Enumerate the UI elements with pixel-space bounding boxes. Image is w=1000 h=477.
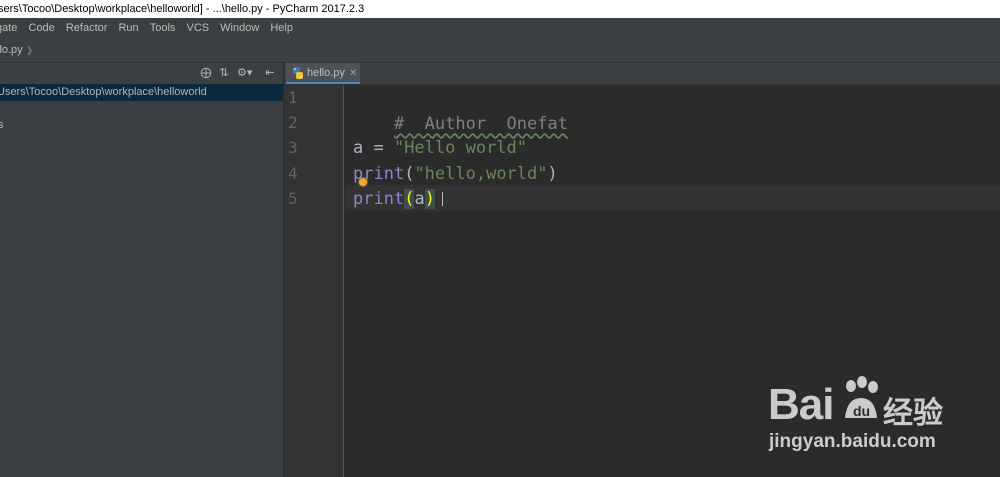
code-line-4: print("hello,world") (353, 161, 558, 187)
menu-help[interactable]: Help (270, 18, 293, 38)
code-line-5: print(a) (353, 186, 435, 212)
matched-paren-token: ( (404, 189, 415, 209)
locate-icon[interactable]: ⨁ (199, 66, 213, 80)
project-toolbar: ⨁ ⇅ ⚙▾ ⇤ (0, 63, 283, 85)
current-line-highlight (345, 185, 1000, 211)
builtin-token: print (353, 189, 405, 209)
window-title-bar: sers\Tocoo\Desktop\workplace\helloworld]… (0, 0, 1000, 18)
matched-paren-token: ) (424, 189, 435, 209)
external-libraries-item[interactable]: s (0, 119, 4, 131)
code-line-3: a = "Hello world" (353, 135, 527, 161)
project-tool-window: ⨁ ⇅ ⚙▾ ⇤ Users\Tocoo\Desktop\workplace\h… (0, 63, 284, 477)
lightbulb-icon[interactable] (359, 178, 367, 186)
svg-text:du: du (853, 403, 870, 419)
collapse-all-icon[interactable]: ⇅ (217, 66, 231, 80)
paw-icon: du (845, 376, 878, 419)
paren-token: ) (547, 164, 558, 184)
hide-panel-icon[interactable]: ⇤ (263, 66, 277, 80)
menu-window[interactable]: Window (220, 18, 259, 38)
assignment-token: a = (353, 138, 394, 158)
tab-label: hello.py (307, 67, 345, 79)
line-number: 4 (288, 164, 298, 183)
navigation-bar: llo.py❯ (0, 38, 1000, 63)
line-number: 5 (288, 189, 298, 208)
window-title: sers\Tocoo\Desktop\workplace\helloworld]… (0, 3, 365, 15)
project-root-path: Users\Tocoo\Desktop\workplace\helloworld (0, 86, 207, 98)
menu-code[interactable]: Code (28, 18, 54, 38)
watermark-brand: Bai (768, 380, 834, 429)
external-libraries-label: s (0, 119, 4, 131)
project-root-item[interactable]: Users\Tocoo\Desktop\workplace\helloworld (0, 84, 283, 101)
baidu-jingyan-watermark: Bai du 经验 jingyan.baidu.com (765, 368, 1000, 468)
line-number: 2 (288, 113, 298, 132)
close-tab-icon[interactable]: ✕ (349, 63, 357, 84)
code-line-1: # Author Onefat (353, 85, 568, 134)
menu-bar: gate Code Refactor Run Tools VCS Window … (0, 18, 1000, 38)
breadcrumb-file[interactable]: llo.py (0, 44, 23, 56)
menu-run[interactable]: Run (118, 18, 138, 38)
paren-token: ( (404, 164, 415, 184)
watermark-url: jingyan.baidu.com (769, 431, 936, 452)
text-caret (442, 192, 443, 206)
python-file-icon (293, 67, 303, 79)
menu-navigate[interactable]: gate (0, 18, 17, 38)
gear-icon[interactable]: ⚙▾ (237, 66, 252, 80)
line-number: 1 (288, 88, 298, 107)
string-token: "hello,world" (414, 164, 548, 184)
editor-tab-strip: hello.py ✕ (284, 63, 1000, 85)
comment-token: # Author Onefat (393, 114, 568, 134)
menu-refactor[interactable]: Refactor (66, 18, 108, 38)
menu-vcs[interactable]: VCS (186, 18, 209, 38)
line-number-gutter: 1 2 3 4 5 (284, 85, 344, 477)
watermark-brand-cn: 经验 (883, 397, 943, 430)
chevron-right-icon: ❯ (25, 45, 34, 55)
line-number: 3 (288, 138, 298, 157)
identifier-token: a (414, 189, 425, 209)
string-token: "Hello world" (393, 138, 528, 158)
menu-tools[interactable]: Tools (150, 18, 176, 38)
tab-hello-py[interactable]: hello.py ✕ (286, 63, 360, 84)
